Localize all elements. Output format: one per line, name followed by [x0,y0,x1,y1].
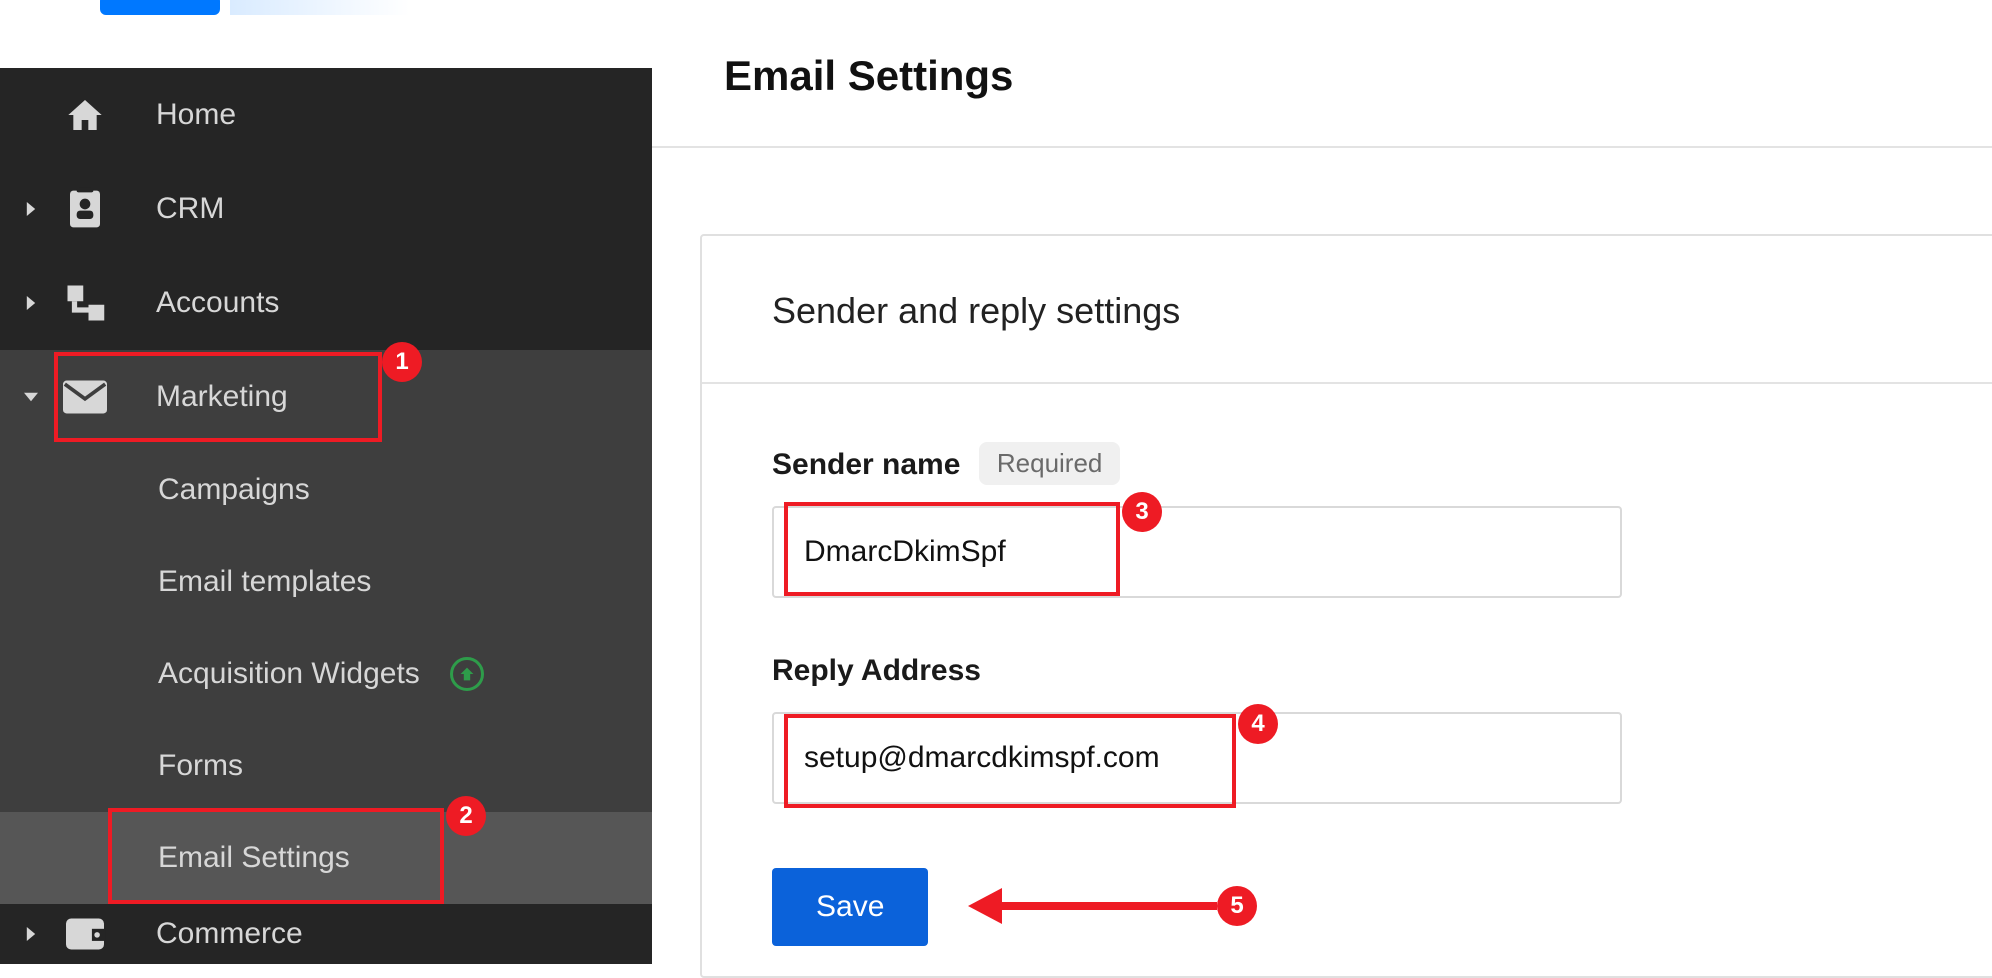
upgrade-icon [450,657,484,691]
sidebar-sub-email-settings[interactable]: Email Settings 2 [0,812,652,904]
main-content: Email Settings Sender and reply settings… [652,0,1992,964]
wallet-icon [62,915,108,953]
sidebar-sub-email-templates[interactable]: Email templates [0,536,652,628]
sidebar-sub-campaigns[interactable]: Campaigns [0,444,652,536]
sidebar-item-marketing[interactable]: Marketing 1 [0,350,652,444]
sender-name-label: Sender name [772,448,960,482]
sidebar-item-label: Campaigns [158,473,310,507]
required-pill: Required [979,442,1121,485]
envelope-icon [62,380,108,414]
sender-name-input[interactable] [772,506,1622,598]
reply-address-field: Reply Address 4 [772,654,1928,804]
contact-card-icon [62,187,108,231]
divider [652,146,1992,148]
sidebar-item-label: Home [156,98,236,132]
card-title: Sender and reply settings [702,236,1992,384]
top-bar-blank [0,0,652,68]
reply-address-label: Reply Address [772,654,981,688]
reply-address-input[interactable] [772,712,1622,804]
sidebar-sub-forms[interactable]: Forms [0,720,652,812]
chevron-down-icon [22,390,40,404]
top-blue-fade [230,0,410,15]
sender-name-field: Sender name Required 3 [772,442,1928,598]
sidebar-item-label: Email templates [158,565,371,599]
sidebar-item-commerce[interactable]: Commerce [0,904,652,964]
hierarchy-icon [62,283,108,323]
annotation-arrow-line [1002,902,1217,910]
sidebar-item-label: Marketing [156,380,288,414]
chevron-right-icon [22,202,40,216]
annotation-arrow-head [968,888,1002,924]
sidebar-item-home[interactable]: ▶ Home [0,68,652,162]
settings-card: Sender and reply settings Sender name Re… [700,234,1992,978]
sidebar-item-crm[interactable]: CRM [0,162,652,256]
sidebar-item-label: Commerce [156,917,303,951]
sidebar: ▶ Home CRM Accounts [0,0,652,964]
top-blue-pill [100,0,220,15]
sidebar-sub-acquisition-widgets[interactable]: Acquisition Widgets [0,628,652,720]
chevron-right-icon [22,296,40,310]
annotation-badge-5: 5 [1217,886,1257,926]
sidebar-item-label: Forms [158,749,243,783]
home-icon [62,95,108,135]
chevron-right-icon [22,927,40,941]
sidebar-item-accounts[interactable]: Accounts [0,256,652,350]
sidebar-item-label: Acquisition Widgets [158,657,420,691]
page-title: Email Settings [718,0,1992,146]
sidebar-item-label: Email Settings [158,841,350,875]
sidebar-item-label: Accounts [156,286,279,320]
sidebar-item-label: CRM [156,192,224,226]
save-button[interactable]: Save [772,868,928,946]
